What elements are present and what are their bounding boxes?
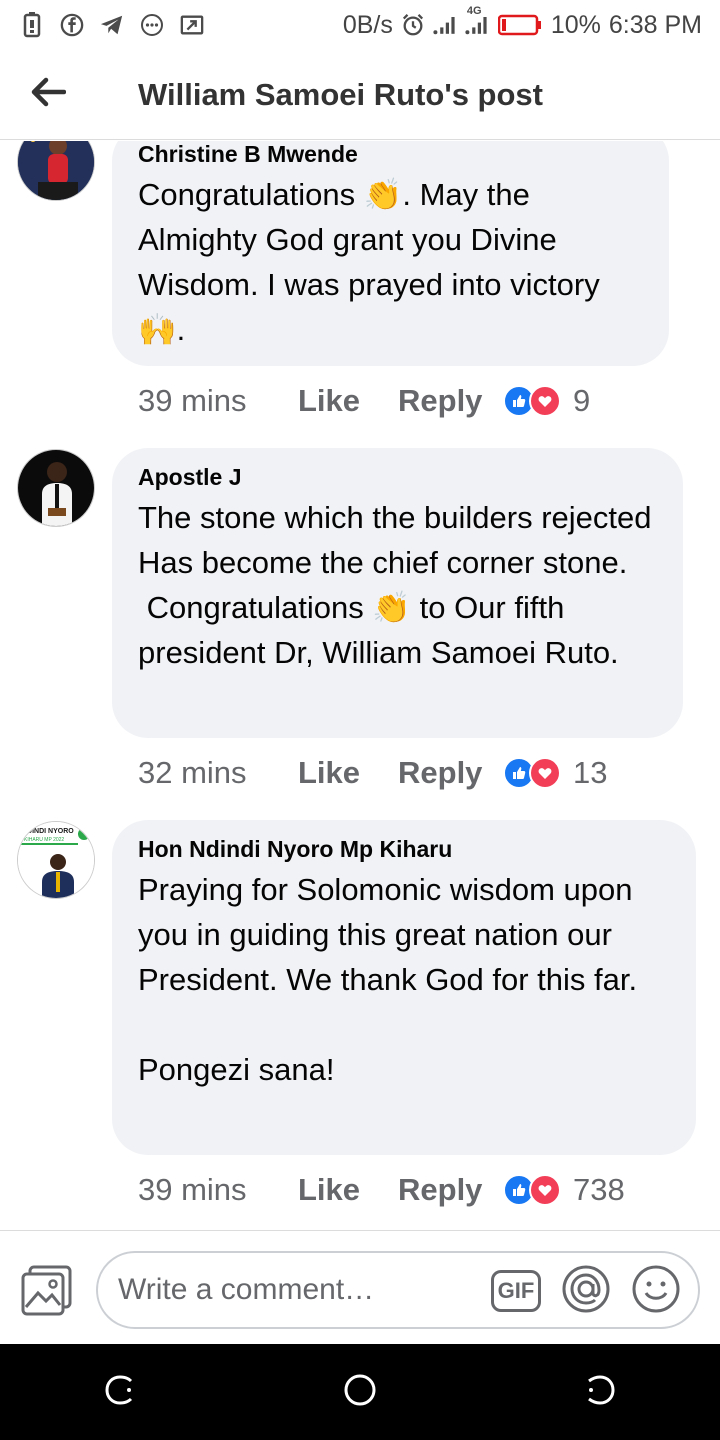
comment-author[interactable]: Hon Ndindi Nyoro Mp Kiharu bbox=[138, 836, 670, 863]
clap-emoji-icon: 👏 bbox=[363, 177, 403, 212]
emoji-icon bbox=[631, 1264, 681, 1319]
mention-icon bbox=[561, 1264, 611, 1319]
composer-icons: GIF bbox=[490, 1265, 682, 1317]
battery-saver-icon bbox=[20, 12, 44, 38]
raised-hands-emoji-icon: 🙌 bbox=[138, 312, 177, 347]
clap-emoji-icon: 👏 bbox=[372, 590, 411, 625]
avatar-banner-sub: KIHARU MP 2022 bbox=[24, 837, 65, 843]
home-button[interactable] bbox=[325, 1357, 395, 1427]
comment-text: Praying for Solomonic wisdom upon you in… bbox=[138, 872, 638, 1087]
love-reaction-icon bbox=[529, 757, 561, 789]
arrow-left-icon bbox=[30, 77, 67, 112]
reactions-summary[interactable] bbox=[503, 1174, 561, 1206]
page-title: William Samoei Ruto's post bbox=[138, 76, 543, 112]
like-button[interactable]: Like bbox=[298, 1172, 398, 1208]
net-speed: 0B/s bbox=[342, 10, 393, 39]
avatar[interactable] bbox=[17, 449, 95, 527]
back-nav-button[interactable] bbox=[565, 1357, 635, 1427]
comment-author[interactable]: Apostle J bbox=[138, 464, 657, 491]
reaction-count: 738 bbox=[573, 1172, 625, 1207]
comment-meta: 39 mins Like Reply 9 bbox=[138, 381, 590, 421]
reaction-count: 9 bbox=[573, 383, 591, 418]
comment-bubble[interactable]: Hon Ndindi Nyoro Mp Kiharu Praying for S… bbox=[112, 820, 696, 1155]
signal-icon bbox=[433, 13, 457, 37]
app-bar: William Samoei Ruto's post bbox=[0, 50, 720, 140]
alarm-icon bbox=[401, 13, 425, 37]
network-type-label: 4G bbox=[466, 5, 482, 17]
battery-percent: 10% bbox=[550, 10, 601, 39]
status-bar: 0B/s 4G 10% 6:38 PM bbox=[0, 0, 720, 50]
comment-time: 39 mins bbox=[138, 383, 247, 418]
comments-list[interactable]: Christine B Mwende Congratulations 👏. Ma… bbox=[0, 141, 720, 1229]
comment-text: The stone which the builders rejected Ha… bbox=[138, 495, 657, 675]
like-button[interactable]: Like bbox=[298, 755, 398, 791]
comment-meta: 32 mins Like Reply 13 bbox=[138, 753, 607, 793]
back-nav-icon bbox=[583, 1373, 617, 1412]
reply-button[interactable]: Reply bbox=[398, 1172, 503, 1208]
comment-bubble[interactable]: Apostle J The stone which the builders r… bbox=[112, 448, 683, 738]
signal-4g-icon: 4G bbox=[465, 5, 489, 37]
recents-icon bbox=[103, 1373, 137, 1412]
telegram-icon bbox=[100, 13, 124, 37]
comment-text: Congratulations 👏. May the Almighty God … bbox=[138, 172, 643, 352]
gif-icon: GIF bbox=[491, 1270, 541, 1312]
status-bar-right: 0B/s 4G 10% 6:38 PM bbox=[342, 5, 702, 40]
avatar[interactable] bbox=[17, 141, 95, 201]
comment-time: 39 mins bbox=[138, 1172, 247, 1207]
comment-time: 32 mins bbox=[138, 755, 247, 790]
clock: 6:38 PM bbox=[608, 10, 702, 39]
love-reaction-icon bbox=[529, 385, 561, 417]
photo-button[interactable] bbox=[20, 1263, 74, 1317]
system-nav-bar bbox=[0, 1344, 720, 1440]
home-icon bbox=[342, 1372, 378, 1413]
facebook-icon bbox=[60, 13, 84, 37]
recents-button[interactable] bbox=[85, 1357, 155, 1427]
emoji-button[interactable] bbox=[630, 1265, 682, 1317]
comment-composer: GIF bbox=[0, 1230, 720, 1344]
avatar-banner-name: NDINDI NYORO bbox=[22, 828, 74, 835]
comment-text-part: Congratulations bbox=[138, 177, 364, 212]
chat-icon bbox=[140, 13, 164, 37]
comment-bubble[interactable]: Christine B Mwende Congratulations 👏. Ma… bbox=[112, 141, 669, 366]
status-bar-left bbox=[20, 12, 204, 38]
comment-meta: 39 mins Like Reply 738 bbox=[138, 1170, 625, 1210]
reaction-count: 13 bbox=[573, 755, 608, 790]
reply-button[interactable]: Reply bbox=[398, 383, 503, 419]
cast-icon bbox=[180, 13, 204, 37]
comment-text-part: . bbox=[176, 312, 186, 347]
gif-button[interactable]: GIF bbox=[490, 1265, 542, 1317]
reply-button[interactable]: Reply bbox=[398, 755, 503, 791]
reactions-summary[interactable] bbox=[503, 757, 561, 789]
like-button[interactable]: Like bbox=[298, 383, 398, 419]
back-button[interactable] bbox=[0, 50, 96, 140]
photo-icon bbox=[20, 1265, 74, 1321]
comment-input-container[interactable]: GIF bbox=[96, 1251, 700, 1329]
love-reaction-icon bbox=[529, 1174, 561, 1206]
mention-button[interactable] bbox=[560, 1265, 612, 1317]
comment-input[interactable] bbox=[118, 1273, 498, 1307]
comment-author[interactable]: Christine B Mwende bbox=[138, 141, 643, 168]
avatar[interactable]: NDINDI NYORO KIHARU MP 2022 bbox=[17, 821, 95, 899]
battery-icon bbox=[497, 13, 543, 37]
reactions-summary[interactable] bbox=[503, 385, 561, 417]
